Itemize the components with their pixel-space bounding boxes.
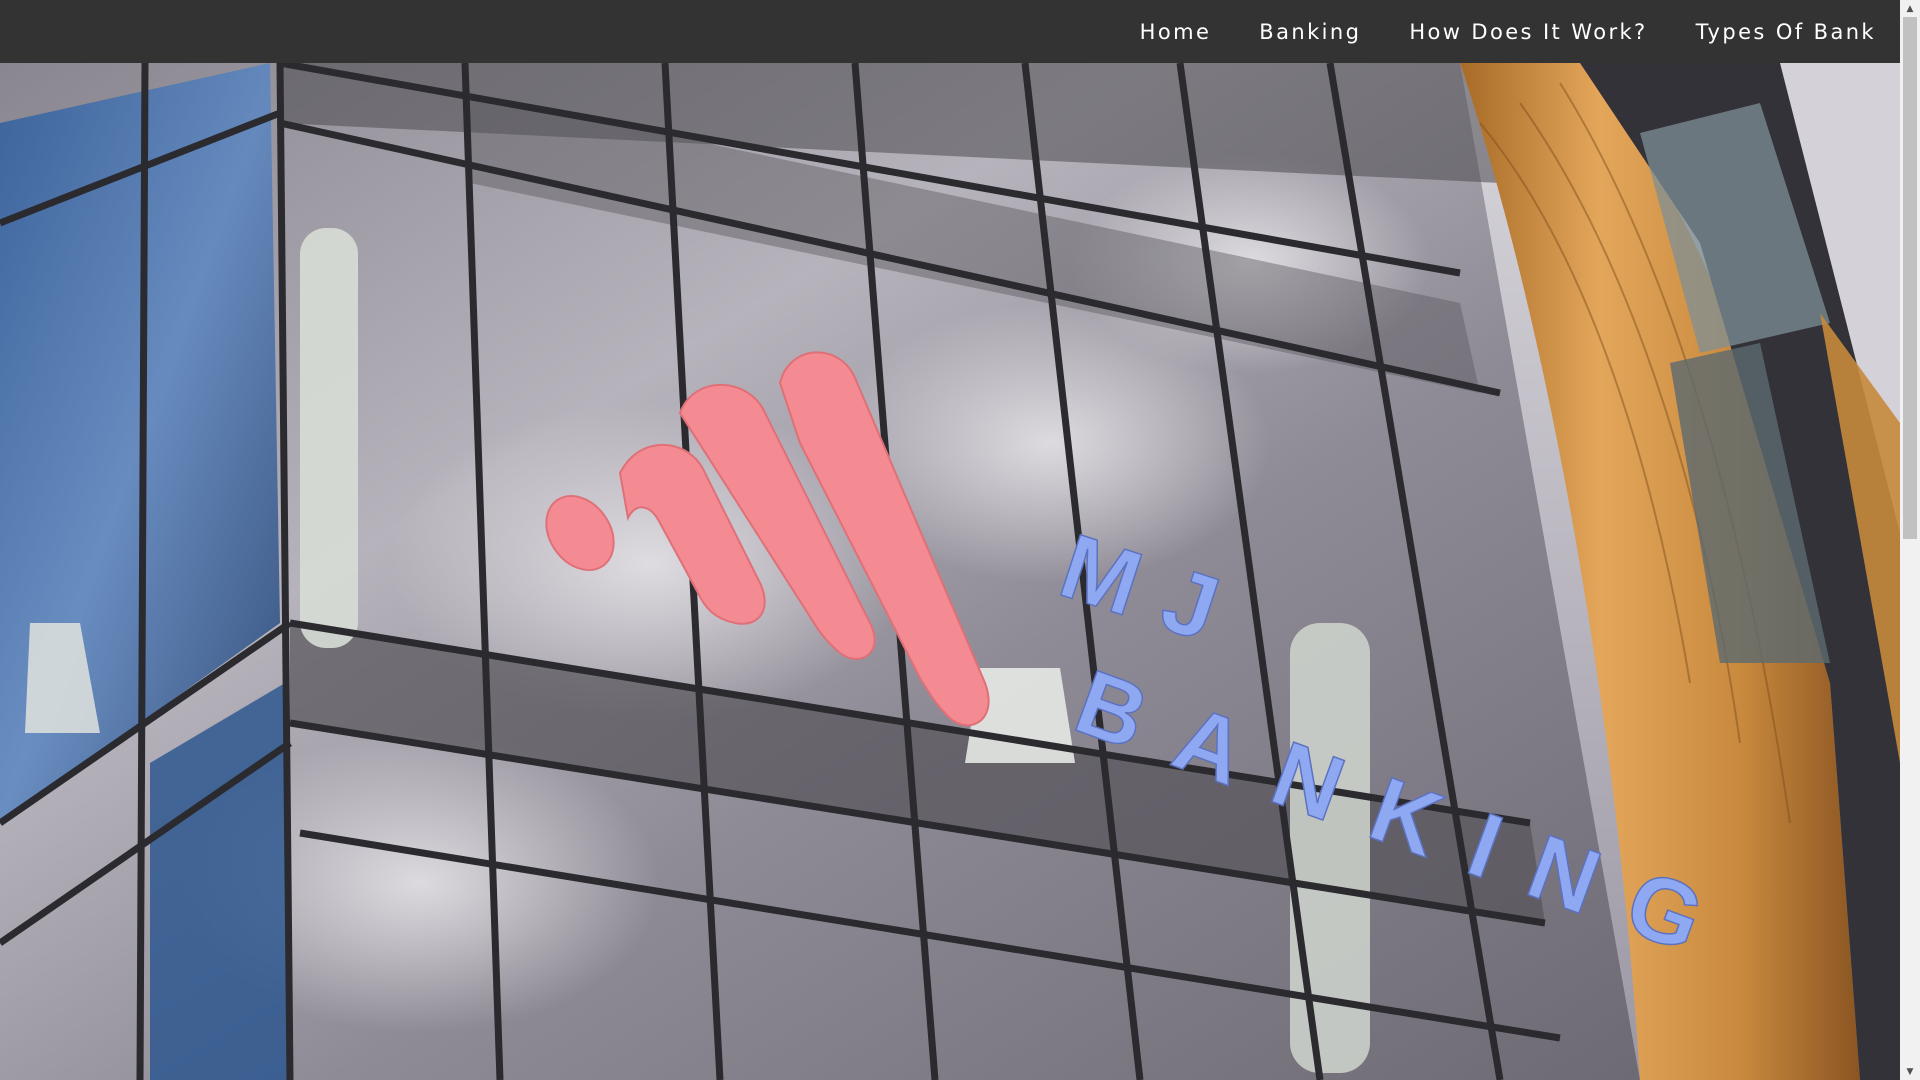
top-navbar: Home Banking How Does It Work? Types Of … — [0, 0, 1900, 63]
nav-types-of-bank[interactable]: Types Of Bank — [1696, 20, 1876, 44]
nav-banking[interactable]: Banking — [1259, 20, 1361, 44]
scroll-up-arrow-icon[interactable]: ▲ — [1900, 0, 1920, 17]
nav-home[interactable]: Home — [1140, 20, 1212, 44]
hero-building-image: MJ BANKING — [0, 63, 1900, 1080]
scroll-down-arrow-icon[interactable]: ▼ — [1900, 1063, 1920, 1080]
hero-banner: MJ BANKING — [0, 63, 1900, 1080]
page-scrollbar[interactable]: ▲ ▼ — [1900, 0, 1920, 1080]
nav-how-does-it-work[interactable]: How Does It Work? — [1409, 20, 1647, 44]
scrollbar-thumb[interactable] — [1903, 17, 1917, 539]
